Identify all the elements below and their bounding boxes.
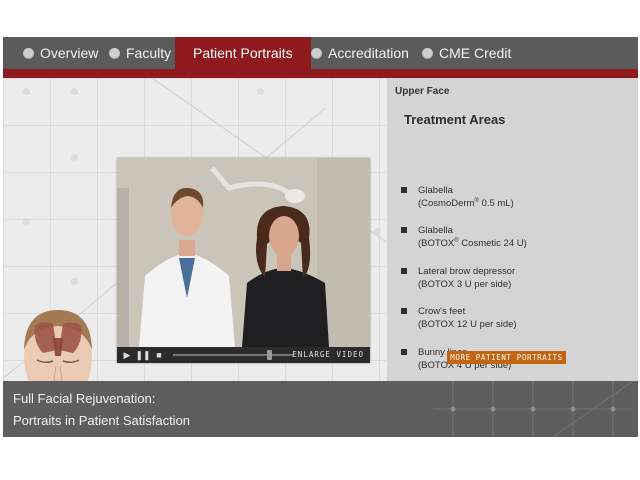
bullet-icon (401, 227, 407, 233)
more-patient-portraits-button[interactable]: MORE PATIENT PORTRAITS (447, 351, 566, 364)
tab-label: Overview (40, 45, 99, 61)
app-frame: Overview Faculty Patient Portraits Accre… (3, 37, 638, 437)
decor-dot (257, 88, 264, 95)
bullet-icon (401, 349, 407, 355)
decor-dot (71, 154, 78, 161)
stop-icon[interactable]: ■ (153, 349, 165, 361)
bullet-icon (109, 47, 120, 59)
video-progress-track[interactable] (173, 354, 293, 356)
decor-dot (71, 88, 78, 95)
item-dose: (BOTOX 12 U per side) (418, 319, 517, 330)
tab-accreditation[interactable]: Accreditation (311, 37, 409, 69)
item-name: Glabella (418, 185, 453, 196)
panel-heading: Treatment Areas (404, 112, 506, 127)
item-name: Crow's feet (418, 306, 466, 317)
pause-icon[interactable]: ❚❚ (135, 349, 150, 361)
bullet-icon (311, 47, 322, 59)
decor-dot (374, 228, 381, 235)
tab-label: Accreditation (328, 45, 409, 61)
enlarge-video-button[interactable]: ENLARGE VIDEO (292, 349, 364, 361)
doctor-and-patient-image (117, 158, 370, 347)
play-icon[interactable]: ▶ (121, 349, 133, 361)
video-frame (117, 158, 370, 347)
decor-dot (71, 278, 78, 285)
bullet-icon (401, 308, 407, 314)
item-name: Lateral brow depressor (418, 266, 516, 277)
footer-title-bar: Full Facial Rejuvenation: Portraits in P… (3, 381, 638, 437)
accent-bar (3, 69, 638, 78)
item-name: Glabella (418, 225, 453, 236)
item-dose: (BOTOX (418, 238, 455, 249)
course-title-line-1: Full Facial Rejuvenation: (13, 391, 156, 406)
video-scrubber[interactable] (266, 350, 272, 360)
decor-dot (23, 218, 30, 225)
course-title-line-2: Portraits in Patient Satisfaction (13, 413, 191, 428)
media-stage: ▶ ❚❚ ■ ENLARGE VIDEO (3, 78, 386, 381)
video-player[interactable]: ▶ ❚❚ ■ ENLARGE VIDEO (117, 158, 370, 363)
tab-label: Patient Portraits (193, 45, 293, 61)
face-illustration (13, 298, 103, 381)
footer-decoration (433, 381, 633, 437)
item-dose-unit: Cosmetic 24 U) (458, 238, 527, 249)
item-dose-unit: 0.5 mL) (478, 198, 514, 209)
item-dose: (CosmoDerm (418, 198, 475, 209)
section-title: Upper Face (395, 86, 450, 97)
tab-patient-portraits[interactable]: Patient Portraits (175, 37, 311, 69)
bullet-icon (422, 47, 433, 59)
tab-label: CME Credit (439, 45, 512, 61)
bullet-icon (401, 268, 407, 274)
tab-label: Faculty (126, 45, 172, 61)
tab-faculty[interactable]: Faculty (109, 37, 171, 69)
tab-cme-credit[interactable]: CME Credit (422, 37, 511, 69)
decor-dot (23, 88, 30, 95)
bullet-icon (401, 187, 407, 193)
tab-overview[interactable]: Overview (23, 37, 98, 69)
item-dose: (BOTOX 3 U per side) (418, 279, 512, 290)
nav-bar: Overview Faculty Patient Portraits Accre… (3, 37, 638, 70)
treatment-panel: Upper Face Treatment Areas Glabella (Cos… (387, 78, 638, 381)
bullet-icon (23, 47, 34, 59)
video-controls: ▶ ❚❚ ■ ENLARGE VIDEO (117, 347, 370, 363)
